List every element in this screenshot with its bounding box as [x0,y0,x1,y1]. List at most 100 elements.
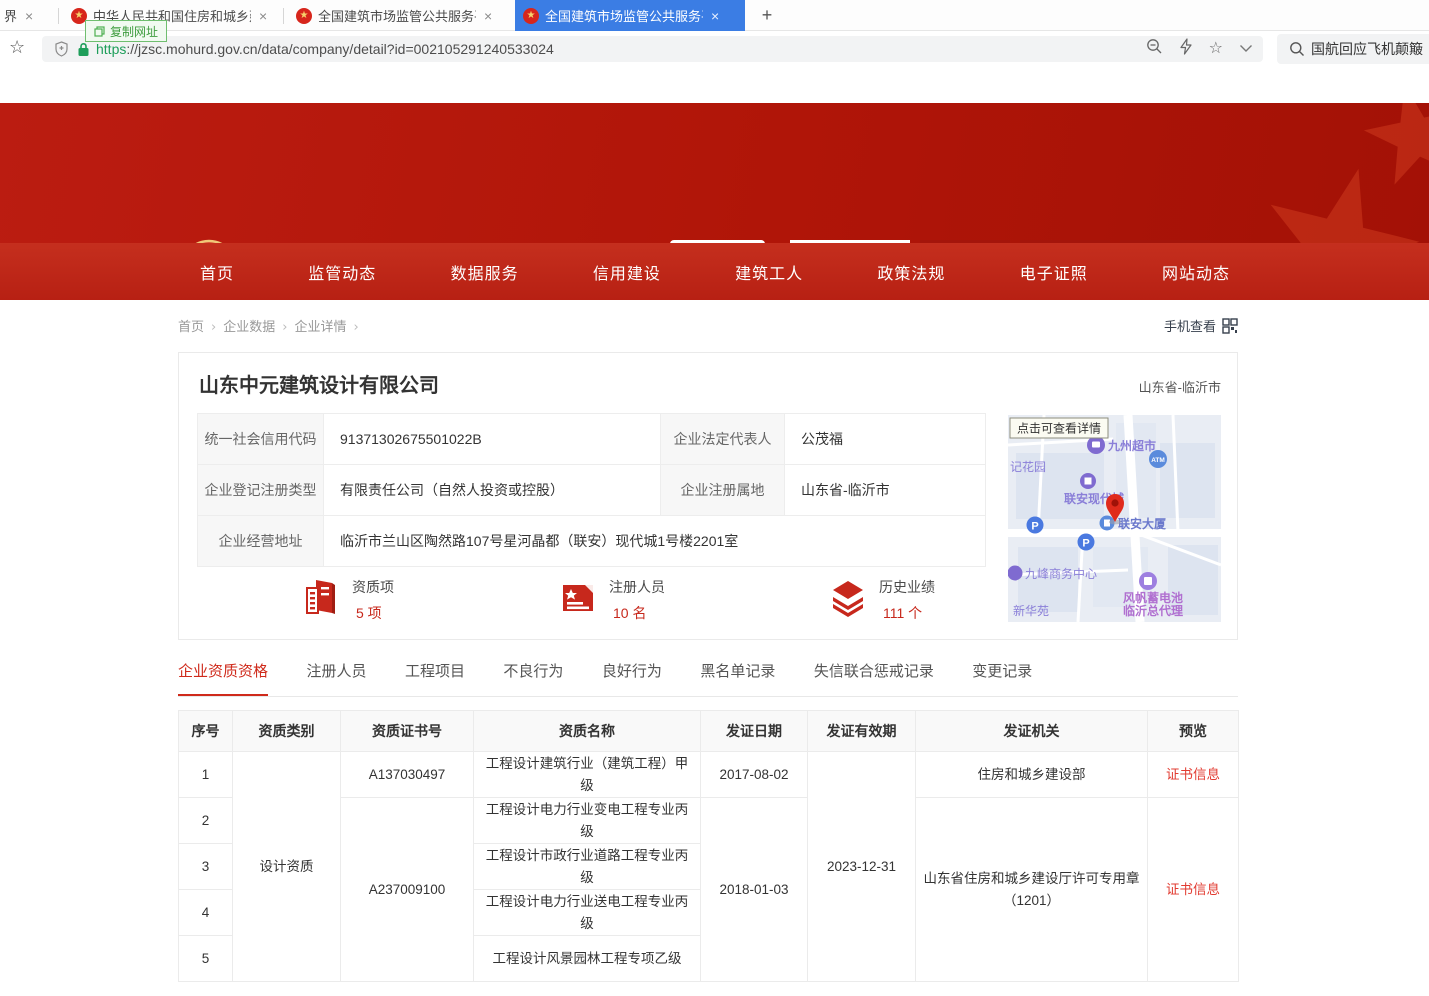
tab-dishonesty-records[interactable]: 失信联合惩戒记录 [814,660,934,694]
map-label: 临沂总代理 [1123,603,1183,618]
zoom-out-icon[interactable] [1146,38,1163,60]
col-serial: 序号 [179,711,233,752]
tab-change-records[interactable]: 变更记录 [972,660,1032,694]
company-location-map[interactable]: 九州超市 ATM 记花园 联安现代城 联安大厦 P P 九峰商务中心 风帆蓄电池… [1008,415,1221,622]
address-value: 临沂市兰山区陶然路107号星河晶都（联安）现代城1号楼2201室 [324,516,986,567]
certificate-info-link[interactable]: 证书信息 [1148,752,1239,798]
stat-qualifications: 资质项 5 项 [302,577,394,623]
stat-value: 10 名 [609,603,665,623]
col-name: 资质名称 [474,711,701,752]
cell-serial: 4 [179,890,233,936]
tab-projects[interactable]: 工程项目 [405,660,465,694]
field-label: 企业注册属地 [661,465,785,516]
cell-category: 设计资质 [233,752,341,982]
new-tab-button[interactable]: + [755,4,779,28]
tab-qualifications[interactable]: 企业资质资格 [178,660,268,696]
col-issue-date: 发证日期 [701,711,808,752]
stat-value: 111 个 [879,603,935,623]
nav-item-site-news[interactable]: 网站动态 [1162,260,1230,284]
url-text: https://jzsc.mohurd.gov.cn/data/company/… [96,41,554,57]
mobile-view-button[interactable]: 手机查看 [1164,316,1238,335]
nav-item-policy[interactable]: 政策法规 [877,260,945,284]
nav-item-e-license[interactable]: 电子证照 [1020,260,1088,284]
stat-value: 5 项 [352,603,394,623]
tab-blacklist[interactable]: 黑名单记录 [700,660,775,694]
lightning-icon[interactable] [1179,38,1193,60]
tab-close-icon[interactable]: × [484,8,492,24]
tab-title: 界 [4,6,17,25]
col-category: 资质类别 [233,711,341,752]
col-cert-no: 资质证书号 [341,711,474,752]
nav-item-data-service[interactable]: 数据服务 [451,260,519,284]
tab-registered-personnel[interactable]: 注册人员 [306,660,366,694]
favorite-star-icon[interactable]: ☆ [1209,41,1223,57]
company-info-table: 统一社会信用代码 91371302675501022B 企业法定代表人 公茂福 … [197,413,986,567]
breadcrumb: 首页›企业数据›企业详情› [178,316,366,335]
nav-item-workers[interactable]: 建筑工人 [735,260,803,284]
legal-rep-value: 公茂福 [785,414,986,465]
map-label: 新华苑 [1013,603,1049,618]
cell-cert-no: A137030497 [341,752,474,798]
breadcrumb-company-detail[interactable]: 企业详情 [294,319,346,334]
layers-icon [829,577,867,617]
reg-type-value: 有限责任公司（自然人投资或控股） [324,465,661,516]
url-address-bar[interactable]: https://jzsc.mohurd.gov.cn/data/company/… [42,36,1263,62]
browser-tab-active[interactable]: ★ 全国建筑市场监管公共服务平台 × [515,0,745,31]
browser-tab-partial[interactable]: 界 × [0,0,55,31]
cell-name: 工程设计市政行业道路工程专业丙级 [474,844,701,890]
stat-label: 历史业绩 [879,577,935,597]
cell-serial: 3 [179,844,233,890]
map-label: 九州超市 [1107,438,1156,453]
bookmark-star-icon[interactable]: ☆ [9,37,25,58]
site-header-banner: 中华人民共和国住房和城乡建设部 www.mohurd.gov.cn 全国建筑市场… [0,103,1429,243]
browser-tab-strip: 界 × ★ 中华人民共和国住房和城乡建设 × ★ 全国建筑市场监管公共服务平台 … [0,0,1429,31]
cell-valid-until: 2023-12-31 [808,752,916,982]
cell-serial: 1 [179,752,233,798]
nav-item-home[interactable]: 首页 [200,260,234,284]
tab-close-icon[interactable]: × [25,8,33,24]
emblem-favicon-icon: ★ [523,8,539,24]
map-label: ATM [1151,457,1165,464]
tab-bad-behavior[interactable]: 不良行为 [503,660,563,694]
tab-title: 全国建筑市场监管公共服务平台 [545,6,703,25]
building-icon [302,577,340,617]
tab-title: 全国建筑市场监管公共服务平台 [318,6,476,25]
tab-close-icon[interactable]: × [711,8,719,24]
main-nav-bar: 首页 监管动态 数据服务 信用建设 建筑工人 政策法规 电子证照 网站动态 [0,243,1429,300]
breadcrumb-company-data[interactable]: 企业数据 [223,319,275,334]
company-region: 山东省-临沂市 [1139,377,1221,396]
cell-name: 工程设计建筑行业（建筑工程）甲级 [474,752,701,798]
nav-item-supervision[interactable]: 监管动态 [308,260,376,284]
chevron-down-icon[interactable] [1239,40,1253,58]
map-label: 联安大厦 [1118,516,1167,531]
tab-close-icon[interactable]: × [259,8,267,24]
certificate-info-link[interactable]: 证书信息 [1148,798,1239,982]
cell-cert-no: A237009100 [341,798,474,982]
reg-region-value: 山东省-临沂市 [785,465,986,516]
cell-name: 工程设计电力行业送电工程专业丙级 [474,890,701,936]
nav-item-credit[interactable]: 信用建设 [593,260,661,284]
cell-name: 工程设计风景园林工程专项乙级 [474,936,701,982]
map-label: 九峰商务中心 [1025,566,1097,581]
svg-text:P: P [1082,538,1089,550]
credit-code-value: 91371302675501022B [324,414,661,465]
copy-url-tooltip: 复制网址 [85,20,167,42]
field-label: 企业经营地址 [198,516,324,567]
browser-tab-jzsc[interactable]: ★ 全国建筑市场监管公共服务平台 × [288,0,510,31]
idcard-icon [559,577,597,617]
news-search-box[interactable]: 国航回应飞机颠簸 [1277,34,1429,64]
shield-icon[interactable] [54,41,69,57]
field-label: 企业登记注册类型 [198,465,324,516]
field-label: 统一社会信用代码 [198,414,324,465]
map-label: 记花园 [1010,459,1046,474]
tab-good-behavior[interactable]: 良好行为 [602,660,662,694]
qualification-table: 序号 资质类别 资质证书号 资质名称 发证日期 发证有效期 发证机关 预览 1 … [178,710,1239,982]
cell-serial: 5 [179,936,233,982]
breadcrumb-home[interactable]: 首页 [178,319,204,334]
col-authority: 发证机关 [916,711,1148,752]
field-label: 企业法定代表人 [661,414,785,465]
search-icon [1289,41,1305,57]
table-row: 1 设计资质 A137030497 工程设计建筑行业（建筑工程）甲级 2017-… [179,752,1239,798]
flag-star-decoration [1360,103,1429,188]
table-row: 企业登记注册类型 有限责任公司（自然人投资或控股） 企业注册属地 山东省-临沂市 [198,465,986,516]
